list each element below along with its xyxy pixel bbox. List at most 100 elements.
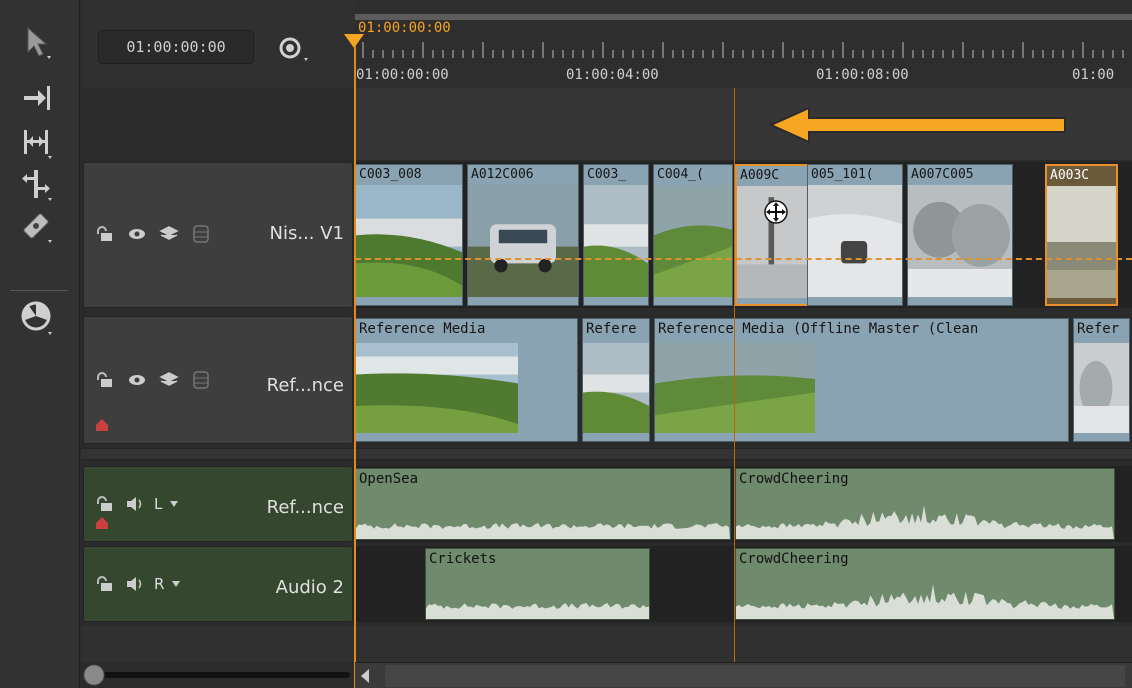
clip-thumbnail <box>468 185 578 297</box>
slip-tool-icon[interactable] <box>16 122 56 162</box>
horizontal-scrollbar[interactable] <box>355 662 1132 688</box>
clip-label: Refere <box>586 321 637 337</box>
clip-thumbnail <box>654 185 732 297</box>
zoom-slider[interactable] <box>82 664 352 686</box>
chevron-down-icon[interactable] <box>170 501 179 507</box>
clip-thumbnail <box>584 185 648 297</box>
clip-thumbnail <box>1047 186 1116 298</box>
roll-tool-icon[interactable] <box>16 164 56 204</box>
clip-label: A009C <box>740 168 780 183</box>
scrollbar-thumb[interactable] <box>385 665 1125 687</box>
channel-selector[interactable]: L <box>154 495 162 513</box>
move-cursor-icon <box>764 200 788 224</box>
clip-thumbnail <box>356 185 462 297</box>
reference-clip[interactable]: Reference Media <box>355 318 578 442</box>
clip-label: Crickets <box>429 551 497 567</box>
timecode-display[interactable]: 01:00:00:00 <box>98 30 254 64</box>
ruler-scrub-bar[interactable] <box>355 14 1132 20</box>
clip-label: C004_( <box>657 167 704 182</box>
track-header-audio-2[interactable]: R Audio 2 <box>83 546 353 622</box>
audio-track-1-lane[interactable]: OpenSea CrowdCheering <box>355 466 1132 542</box>
drag-guide-line <box>734 88 735 662</box>
select-tool-icon[interactable] <box>16 22 56 62</box>
multi-view-tool-icon[interactable] <box>16 298 56 338</box>
audio-clip[interactable]: OpenSea <box>355 468 731 540</box>
clip-label: Reference Media (Offline Master (Clean <box>658 321 979 337</box>
eye-icon[interactable] <box>126 369 148 391</box>
track-name: Ref...nce <box>266 497 344 518</box>
ruler-label: 01:00:08:00 <box>816 67 909 83</box>
lock-icon[interactable] <box>94 369 116 391</box>
clip-label: Reference Media <box>359 321 486 337</box>
lock-icon[interactable] <box>94 223 116 245</box>
eye-icon[interactable] <box>126 223 148 245</box>
toolbar-divider <box>10 290 68 291</box>
video-track-1-lane[interactable]: C003_008 A012C006 C003_ C004_( A009C 005_101(… <box>355 162 1132 308</box>
clip-label: C003_008 <box>359 167 422 182</box>
speaker-icon[interactable] <box>124 573 146 595</box>
scroll-left-icon[interactable] <box>359 669 371 683</box>
channel-selector[interactable]: R <box>154 575 164 593</box>
playhead-line <box>354 46 356 688</box>
database-icon[interactable] <box>190 369 212 391</box>
video-clip[interactable]: C003_ <box>583 164 649 306</box>
clip-label: OpenSea <box>359 471 419 487</box>
clip-thumbnail <box>808 185 902 297</box>
track-header-reference[interactable]: Ref...nce <box>83 316 353 444</box>
clip-thumbnail <box>356 343 518 433</box>
chevron-down-icon[interactable] <box>172 581 181 587</box>
clip-thumbnail <box>655 343 815 433</box>
clip-thumbnail <box>1074 343 1129 433</box>
clip-label: A007C005 <box>911 167 974 182</box>
reference-track-lane[interactable]: Reference Media Refere Reference Media (Of… <box>355 316 1132 444</box>
video-clip[interactable]: A009C <box>735 164 809 306</box>
clip-thumbnail <box>583 343 649 433</box>
video-clip[interactable]: 005_101( <box>807 164 903 306</box>
video-clip[interactable]: A012C006 <box>467 164 579 306</box>
ruler-label: 01:00:04:00 <box>566 67 659 83</box>
drag-direction-arrow-icon <box>768 106 1066 144</box>
layers-icon[interactable] <box>158 369 180 391</box>
clip-thumbnail <box>908 185 1012 297</box>
audio-track-2-lane[interactable]: Crickets CrowdCheering <box>355 546 1132 622</box>
clip-label: CrowdCheering <box>739 551 849 567</box>
clip-label: 005_101( <box>811 167 874 182</box>
video-clip[interactable]: C004_( <box>653 164 733 306</box>
clip-label: C003_ <box>587 167 627 182</box>
snap-icon[interactable] <box>272 30 312 70</box>
video-audio-divider <box>81 448 1132 460</box>
track-header-audio-1[interactable]: L Ref...nce <box>83 466 353 542</box>
video-clip[interactable]: A007C005 <box>907 164 1013 306</box>
track-name: Audio 2 <box>275 577 344 598</box>
lock-icon[interactable] <box>94 493 116 515</box>
audio-clip[interactable]: CrowdCheering <box>735 548 1115 620</box>
track-name: Ref...nce <box>266 375 344 396</box>
track-name: Nis... V1 <box>269 223 345 244</box>
reference-clip[interactable]: Refer <box>1073 318 1130 442</box>
tag-icon[interactable] <box>94 417 110 433</box>
reference-clip[interactable]: Refere <box>582 318 650 442</box>
clip-label: A003C <box>1050 168 1090 183</box>
clip-label: A012C006 <box>471 167 534 182</box>
reference-clip[interactable]: Reference Media (Offline Master (Clean <box>654 318 1069 442</box>
empty-timeline-area <box>81 626 1132 662</box>
video-clip[interactable]: A003C <box>1045 164 1118 306</box>
playhead-timecode: 01:00:00:00 <box>358 20 451 36</box>
ruler-label: 01:00 <box>1072 67 1115 83</box>
razor-tool-icon[interactable] <box>16 206 56 246</box>
tool-palette <box>0 0 80 688</box>
drop-target-line <box>355 258 1132 260</box>
video-clip[interactable]: C003_008 <box>355 164 463 306</box>
audio-clip[interactable]: CrowdCheering <box>735 468 1115 540</box>
tag-icon[interactable] <box>94 515 110 531</box>
layers-icon[interactable] <box>158 223 180 245</box>
audio-clip[interactable]: Crickets <box>425 548 650 620</box>
clip-label: Refer <box>1077 321 1120 337</box>
track-header-video-1[interactable]: Nis... V1 <box>83 162 353 308</box>
speaker-icon[interactable] <box>124 493 146 515</box>
ruler-label: 01:00:00:00 <box>356 67 449 83</box>
ruler-ticks <box>362 42 1124 58</box>
database-icon[interactable] <box>190 223 212 245</box>
move-tool-icon[interactable] <box>16 78 56 118</box>
lock-icon[interactable] <box>94 573 116 595</box>
